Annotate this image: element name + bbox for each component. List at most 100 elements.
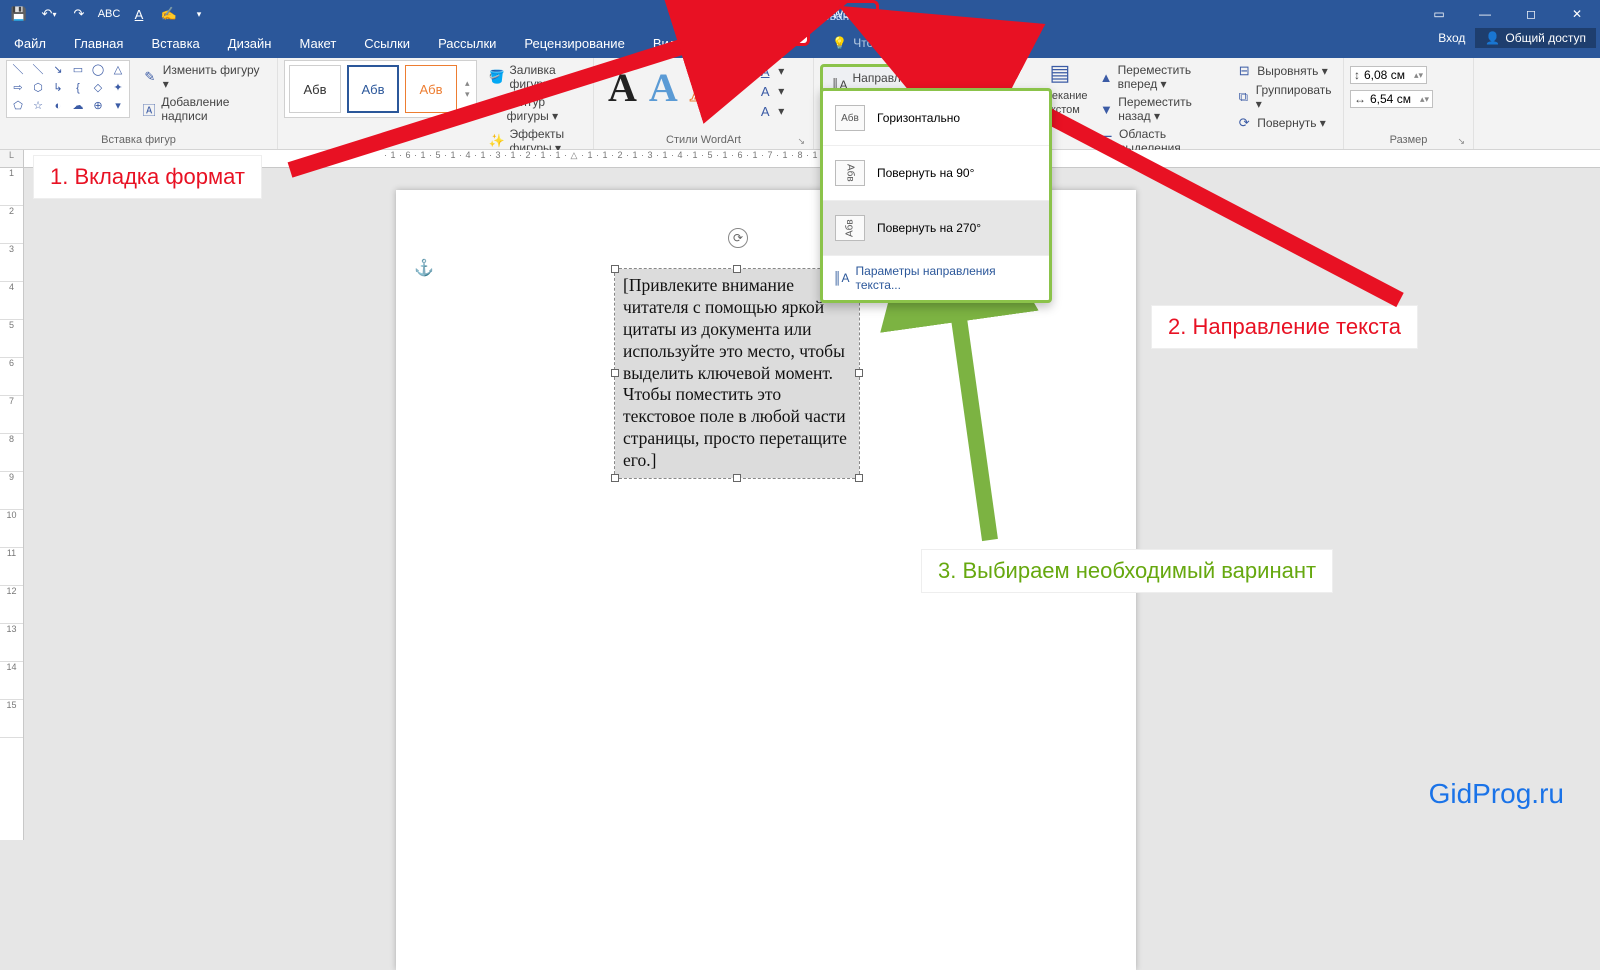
- ruler-vertical[interactable]: 12345 678910 1112131415: [0, 168, 24, 840]
- resize-handle[interactable]: [611, 474, 619, 482]
- share-icon: 👤: [1485, 31, 1500, 45]
- direction-thumb-icon: Абв: [835, 160, 865, 186]
- tab-review[interactable]: Рецензирование: [510, 28, 638, 58]
- dialog-launcher-icon[interactable]: ↘: [1457, 136, 1465, 147]
- shape-style-gallery[interactable]: Абв Абв Абв ▴▾: [284, 60, 477, 118]
- gallery-more-icon[interactable]: ▴▾: [731, 77, 736, 99]
- style-swatch[interactable]: Абв: [289, 65, 341, 113]
- close-icon[interactable]: ✕: [1554, 0, 1600, 28]
- ruler-corner: L: [0, 150, 24, 168]
- group-icon: ⧉: [1236, 89, 1251, 105]
- direction-rotate-270[interactable]: Абв Повернуть на 270°: [823, 201, 1049, 256]
- save-icon[interactable]: 💾: [6, 3, 32, 25]
- tab-insert[interactable]: Вставка: [137, 28, 213, 58]
- group-shape-styles: Абв Абв Абв ▴▾ 🪣Заливка фигуры ▾ ✏Контур…: [278, 58, 594, 149]
- edit-shape-button[interactable]: ✎Изменить фигуру ▾: [138, 62, 271, 92]
- tab-references[interactable]: Ссылки: [350, 28, 424, 58]
- group-button[interactable]: ⧉Группировать ▾: [1232, 82, 1337, 112]
- qat-more-icon[interactable]: ▾: [186, 3, 212, 25]
- redo-icon[interactable]: ↷: [66, 3, 92, 25]
- title-bar: 💾 ↶▾ ↷ ABC A ✍ ▾ Текст примера - Word Ср…: [0, 0, 1600, 28]
- bulb-icon: 💡: [832, 36, 847, 50]
- add-textbox-button[interactable]: 🄰Добавление надписи: [138, 94, 271, 124]
- width-input[interactable]: ↔▴▾: [1350, 90, 1433, 108]
- wrap-icon: ▤: [1049, 60, 1070, 86]
- resize-handle[interactable]: [733, 474, 741, 482]
- text-effects-button[interactable]: A▾: [753, 102, 788, 120]
- rotate-icon: ⟳: [1236, 115, 1252, 131]
- tab-view[interactable]: Вид: [639, 28, 691, 58]
- style-swatch[interactable]: Абв: [405, 65, 457, 113]
- workspace: L · 1 · 6 · 1 · 5 · 1 · 4 · 1 · 3 · 1 · …: [0, 150, 1600, 840]
- text-fill-icon: A: [757, 63, 773, 79]
- resize-handle[interactable]: [855, 369, 863, 377]
- bring-forward-icon: ▲: [1100, 69, 1113, 85]
- height-icon: ↕: [1354, 68, 1360, 82]
- tab-design[interactable]: Дизайн: [214, 28, 286, 58]
- direction-options[interactable]: ║A Параметры направления текста...: [823, 256, 1049, 300]
- selection-pane-icon: ☰: [1100, 133, 1114, 149]
- textbox-icon: 🄰: [142, 101, 156, 117]
- wordart-gallery[interactable]: A A A ▴▾: [600, 60, 743, 115]
- gallery-more-icon[interactable]: ▴▾: [463, 65, 472, 113]
- annotation-3: 3. Выбираем необходимый варинант: [922, 550, 1332, 592]
- resize-handle[interactable]: [611, 369, 619, 377]
- direction-horizontal[interactable]: Абв Горизонтально: [823, 91, 1049, 146]
- width-icon: ↔: [1354, 92, 1366, 106]
- bring-forward-button[interactable]: ▲Переместить вперед ▾: [1096, 62, 1225, 92]
- rotate-handle[interactable]: ⟳: [728, 228, 748, 248]
- group-size: ↕▴▾ ↔▴▾ Размер↘: [1344, 58, 1474, 149]
- tab-format[interactable]: Формат: [730, 25, 810, 46]
- ribbon-display-icon[interactable]: ▭: [1416, 0, 1462, 28]
- minimize-icon[interactable]: —: [1462, 0, 1508, 28]
- anchor-icon: ⚓: [414, 258, 434, 278]
- resize-handle[interactable]: [733, 265, 741, 273]
- height-input[interactable]: ↕▴▾: [1350, 66, 1427, 84]
- annotation-2: 2. Направление текста: [1152, 306, 1417, 348]
- format-painter-icon[interactable]: ✍: [156, 3, 182, 25]
- group-label: Размер↘: [1350, 132, 1467, 149]
- font-color-icon[interactable]: A: [126, 3, 152, 25]
- contextual-tab-drawing-tools[interactable]: Средства рисования: [730, 0, 879, 28]
- shapes-gallery[interactable]: ＼＼↘▭◯△ ⇨⬡↳{◇✦ ⬠☆◐☁⊕▾: [6, 60, 130, 118]
- watermark: GidProg.ru: [1429, 778, 1564, 810]
- effects-icon: ✨: [489, 133, 505, 149]
- ribbon: ＼＼↘▭◯△ ⇨⬡↳{◇✦ ⬠☆◐☁⊕▾ ✎Изменить фигуру ▾ …: [0, 58, 1600, 150]
- text-outline-button[interactable]: A▾: [753, 82, 788, 100]
- text-effects-icon: A: [757, 103, 773, 119]
- maximize-icon[interactable]: ◻: [1508, 0, 1554, 28]
- tab-layout[interactable]: Макет: [285, 28, 350, 58]
- text-direction-dropdown: Абв Горизонтально Абв Повернуть на 90° А…: [820, 88, 1052, 303]
- undo-icon[interactable]: ↶▾: [36, 3, 62, 25]
- direction-rotate-90[interactable]: Абв Повернуть на 90°: [823, 146, 1049, 201]
- direction-thumb-icon: Абв: [835, 215, 865, 241]
- text-outline-icon: A: [757, 83, 773, 99]
- position-icon: ▦: [989, 60, 1010, 86]
- clear-format-icon[interactable]: ABC: [96, 3, 122, 25]
- fill-icon: 🪣: [489, 69, 505, 85]
- style-swatch[interactable]: Абв: [347, 65, 399, 113]
- tab-home[interactable]: Главная: [60, 28, 137, 58]
- annotation-1: 1. Вкладка формат: [34, 156, 261, 198]
- group-insert-shapes: ＼＼↘▭◯△ ⇨⬡↳{◇✦ ⬠☆◐☁⊕▾ ✎Изменить фигуру ▾ …: [0, 58, 278, 149]
- tab-mailings[interactable]: Рассылки: [424, 28, 510, 58]
- dialog-launcher-icon[interactable]: ↘: [797, 136, 805, 147]
- align-button[interactable]: ⊟Выровнять ▾: [1232, 62, 1337, 80]
- outline-icon: ✏: [489, 101, 502, 117]
- send-backward-button[interactable]: ▼Переместить назад ▾: [1096, 94, 1225, 124]
- resize-handle[interactable]: [855, 474, 863, 482]
- wordart-swatch[interactable]: A: [649, 64, 678, 111]
- wordart-swatch[interactable]: A: [690, 64, 719, 111]
- share-button[interactable]: 👤Общий доступ: [1475, 28, 1596, 48]
- group-wordart-styles: A A A ▴▾ A▾ A▾ A▾ Стили WordArt↘: [594, 58, 814, 149]
- rotate-button[interactable]: ⟳Повернуть ▾: [1232, 114, 1337, 132]
- tab-file[interactable]: Файл: [0, 28, 60, 58]
- shape-fill-button[interactable]: 🪣Заливка фигуры ▾: [485, 62, 587, 92]
- signin-link[interactable]: Вход: [1438, 31, 1465, 45]
- tell-me[interactable]: 💡 Что вы хотите сделать?: [832, 28, 986, 58]
- resize-handle[interactable]: [611, 265, 619, 273]
- shape-outline-button[interactable]: ✏Контур фигуры ▾: [485, 94, 587, 124]
- text-fill-button[interactable]: A▾: [753, 62, 788, 80]
- wordart-swatch[interactable]: A: [608, 64, 637, 111]
- align-icon: ⊟: [1236, 63, 1252, 79]
